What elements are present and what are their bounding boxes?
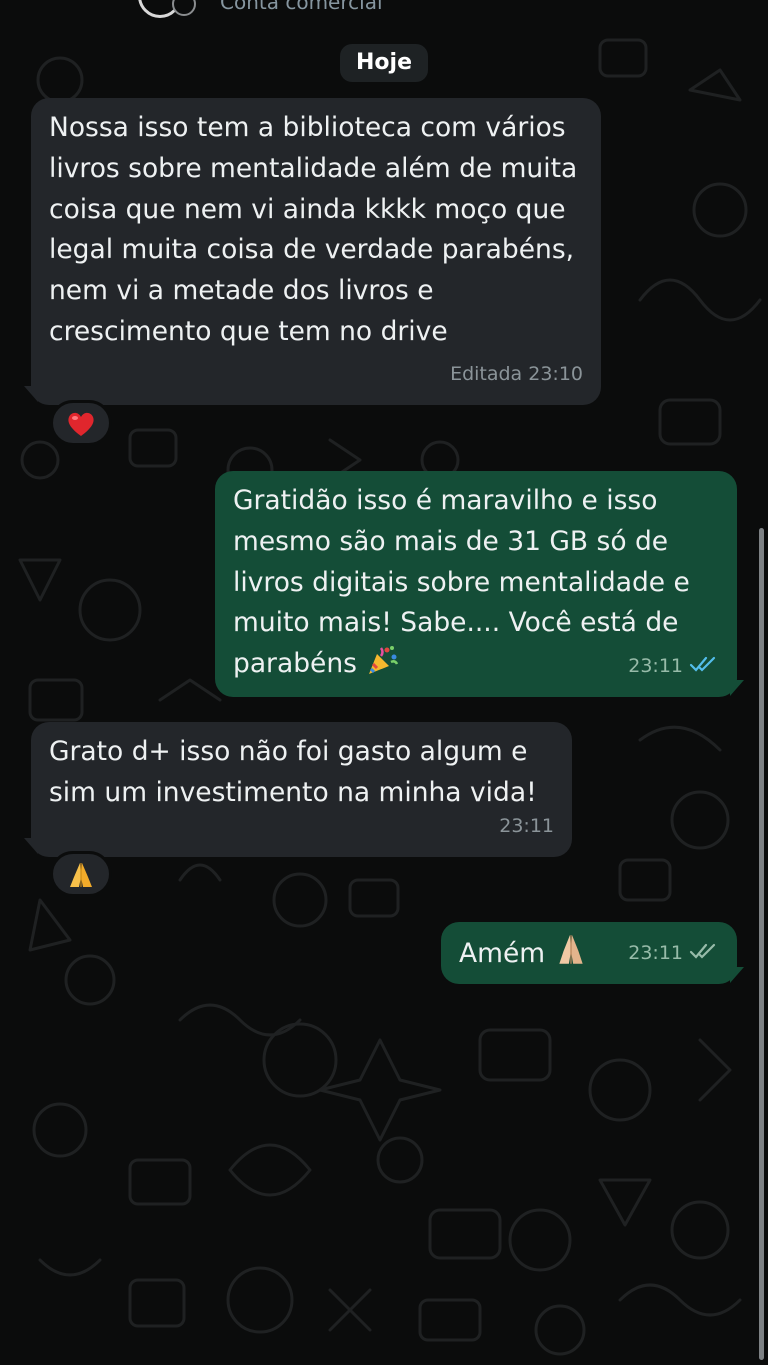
message-text-content: Amém [459,938,546,969]
folded-hands-icon [70,863,92,887]
message-meta: 23:11 [628,646,719,687]
message-text: Nossa isso tem a biblioteca com vários l… [49,112,578,347]
message-bubble-outgoing[interactable]: Amém 23:11 [441,922,737,984]
message-text-content: Gratidão isso é maravilho e isso mesmo s… [233,485,690,680]
double-check-delivered-icon [689,944,716,959]
message-text: Grato d+ isso não foi gasto algum e sim … [49,736,537,808]
double-check-read-icon [689,657,716,672]
red-heart-icon [68,412,94,436]
contact-subtitle: Conta comercial [220,0,383,14]
message-meta: 23:11 [628,933,719,974]
message-bubble-incoming[interactable]: Grato d+ isso não foi gasto algum e sim … [31,722,572,857]
date-separator: Hoje [340,44,428,82]
message-meta: 23:11 [499,815,554,838]
message-bubble-outgoing[interactable]: Gratidão isso é maravilho e isso mesmo s… [215,471,737,697]
reaction-badge[interactable] [50,851,112,897]
scroll-indicator[interactable] [759,528,764,1360]
chat-header: Conta comercial [0,0,768,22]
message-bubble-incoming[interactable]: Nossa isso tem a biblioteca com vários l… [31,98,601,405]
message-time: 23:11 [628,942,683,965]
reaction-badge[interactable] [50,400,112,446]
party-popper-icon [369,646,399,675]
message-time: 23:11 [628,655,683,678]
business-badge-icon [172,0,196,16]
message-meta: Editada 23:10 [450,363,583,386]
folded-hands-icon [558,935,583,964]
